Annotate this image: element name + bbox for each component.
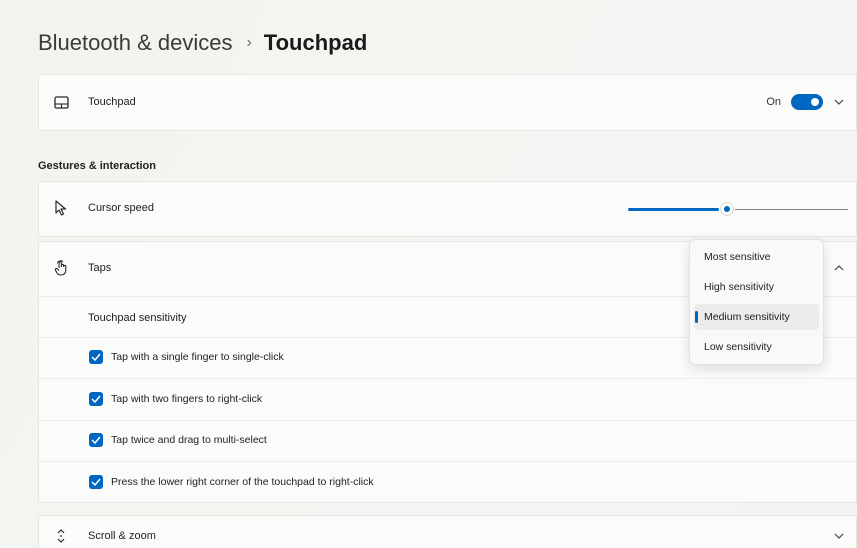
cursor-icon [53, 200, 69, 216]
slider-track[interactable] [735, 209, 848, 210]
dropdown-option-medium-sensitivity[interactable]: Medium sensitivity [694, 304, 819, 330]
touchpad-sensitivity-label: Touchpad sensitivity [88, 312, 187, 324]
checkbox-checked-icon[interactable] [89, 350, 103, 364]
checkbox-checked-icon[interactable] [89, 433, 103, 447]
sensitivity-dropdown: Most sensitive High sensitivity Medium s… [689, 239, 824, 365]
toggle-state-label: On [766, 96, 781, 108]
tap-hand-icon [53, 260, 69, 276]
checkbox-label: Tap with two fingers to right-click [111, 393, 263, 405]
touchpad-label: Touchpad [88, 96, 136, 108]
cursor-speed-row: Cursor speed [38, 181, 857, 237]
page-title: Touchpad [263, 30, 368, 55]
checkbox-row[interactable]: Tap twice and drag to multi-select [38, 420, 857, 461]
checkbox-row[interactable]: Press the lower right corner of the touc… [38, 461, 857, 503]
slider-thumb[interactable] [721, 203, 733, 215]
touchpad-icon [53, 94, 69, 110]
checkbox-checked-icon[interactable] [89, 475, 103, 489]
taps-label: Taps [88, 262, 112, 274]
chevron-up-icon[interactable] [833, 263, 845, 274]
cursor-speed-label: Cursor speed [88, 202, 155, 214]
scroll-zoom-row[interactable]: Scroll & zoom [38, 515, 857, 548]
checkbox-label: Tap with a single finger to single-click [111, 351, 284, 363]
section-heading: Gestures & interaction [38, 160, 156, 172]
checkbox-row[interactable]: Tap with two fingers to right-click [38, 378, 857, 420]
breadcrumb-parent-link[interactable]: Bluetooth & devices [38, 30, 232, 56]
checkbox-checked-icon[interactable] [89, 392, 103, 406]
breadcrumb: Bluetooth & devices › Touchpad [38, 30, 367, 56]
scroll-icon [53, 528, 69, 544]
dropdown-option-high-sensitivity[interactable]: High sensitivity [694, 274, 819, 300]
cursor-speed-slider[interactable] [628, 201, 848, 217]
checkbox-label: Press the lower right corner of the touc… [111, 476, 374, 488]
touchpad-toggle[interactable] [791, 94, 823, 110]
dropdown-option-low-sensitivity[interactable]: Low sensitivity [694, 334, 819, 360]
chevron-down-icon[interactable] [833, 531, 845, 542]
dropdown-option-most-sensitive[interactable]: Most sensitive [694, 244, 819, 270]
touchpad-row[interactable]: Touchpad On [38, 74, 857, 131]
chevron-down-icon[interactable] [833, 97, 845, 108]
scroll-zoom-label: Scroll & zoom [88, 530, 156, 542]
touchpad-toggle-group: On [766, 94, 845, 110]
checkbox-label: Tap twice and drag to multi-select [111, 434, 267, 446]
breadcrumb-separator: › [246, 34, 252, 51]
slider-track-fill [628, 208, 719, 211]
